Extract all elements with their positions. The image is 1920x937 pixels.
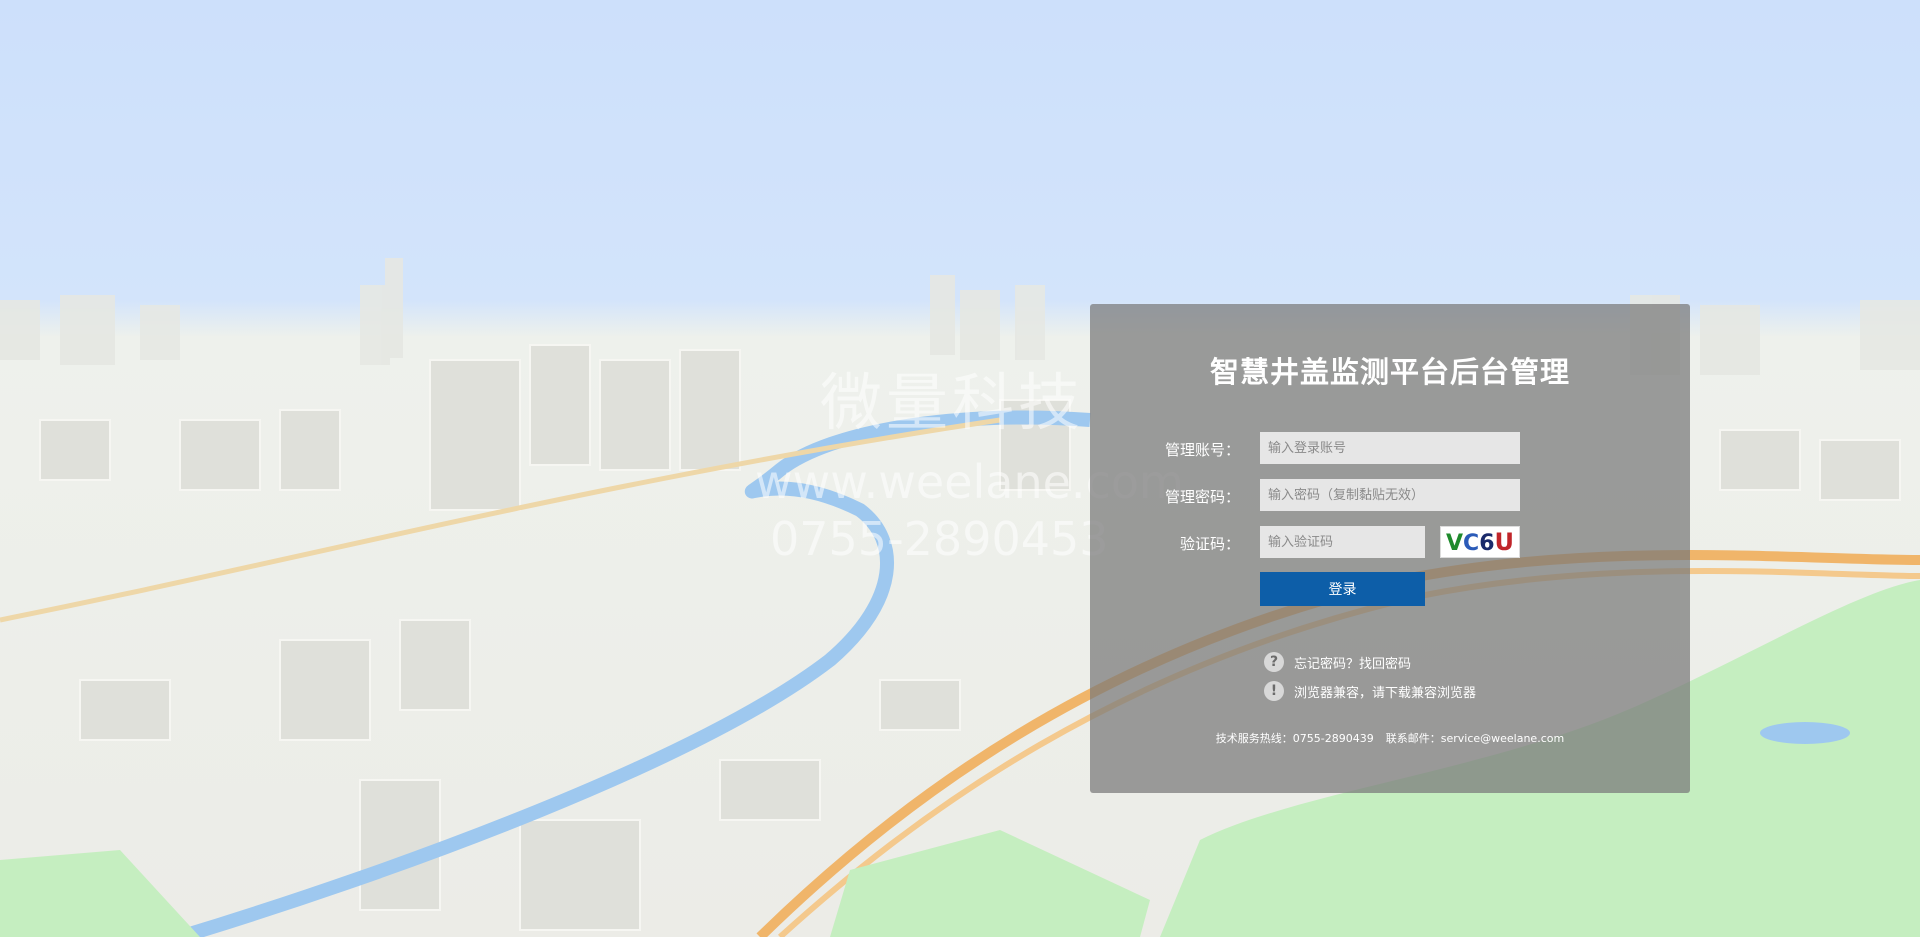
captcha-char: V [1446,531,1464,556]
forgot-password-row: ? 忘记密码？找回密码 [1264,651,1411,673]
question-icon: ? [1264,652,1284,672]
captcha-input[interactable] [1260,526,1425,558]
account-label: 管理账号： [1164,441,1240,459]
captcha-label: 验证码： [1179,535,1240,553]
browser-notice-row: ! 浏览器兼容，请下载兼容浏览器 [1264,680,1476,702]
password-label: 管理密码： [1164,488,1240,506]
support-hotline: 技术服务热线：0755-2890439 [1215,732,1374,745]
captcha-image[interactable]: VC6U [1440,526,1520,558]
page-title: 智慧井盖监测平台后台管理 [1209,355,1570,389]
browser-download-link[interactable]: 浏览器兼容，请下载兼容浏览器 [1294,682,1476,701]
support-email: 联系邮件：service@weelane.com [1385,732,1565,745]
password-input[interactable] [1260,479,1520,511]
captcha-char: 6 [1479,531,1495,556]
captcha-char: U [1494,528,1515,556]
forgot-password-link[interactable]: 忘记密码？找回密码 [1294,653,1411,672]
captcha-char: C [1463,531,1480,556]
login-button[interactable]: 登录 [1260,572,1425,606]
account-input[interactable] [1260,432,1520,464]
login-panel: 智慧井盖监测平台后台管理 管理账号： 管理密码： 验证码： VC6U 登录 ? … [1090,304,1690,793]
contact-footer: 技术服务热线：0755-2890439 联系邮件：service@weelane.… [1090,730,1690,746]
login-page: 微量科技 www.weelane.com 0755-2890453 智慧井盖监测… [0,0,1920,937]
exclamation-icon: ! [1264,681,1284,701]
